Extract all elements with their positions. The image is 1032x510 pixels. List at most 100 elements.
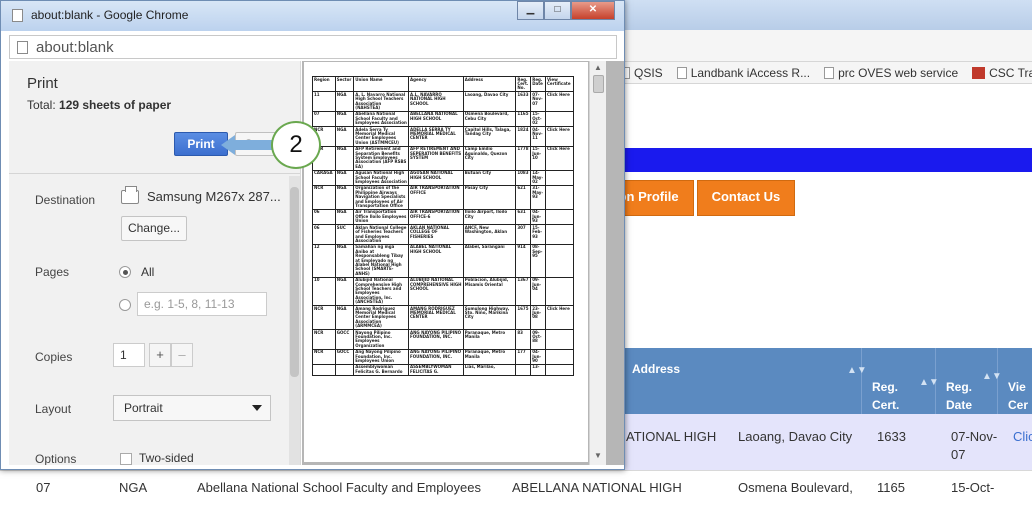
preview-cell: Click Here: [544, 145, 575, 171]
layout-label: Layout: [35, 402, 72, 416]
window-titlebar[interactable]: about:blank - Google Chrome ▁ □ ✕: [1, 1, 624, 31]
preview-cell: CARAGA: [312, 169, 336, 186]
settings-scrollbar-thumb[interactable]: [290, 187, 299, 377]
preview-cell: 13-: [530, 363, 546, 376]
scroll-down-icon[interactable]: ▼: [594, 451, 602, 460]
preview-cell: AKLAN NATIONAL COLLEGE OF FISHERIES: [407, 224, 464, 245]
page-icon: [824, 66, 835, 79]
address-bar[interactable]: about:blank: [9, 35, 617, 59]
preview-cell: AFP Retirement and Separation Benefits S…: [353, 145, 409, 171]
copies-label: Copies: [35, 350, 73, 364]
preview-cell: 12: [312, 243, 336, 278]
preview-table-header: Region Sector Union Name Agency Address Reg. …: [312, 75, 575, 93]
layout-select[interactable]: Portrait: [113, 395, 271, 421]
header-view-cert[interactable]: Vie Cer: [998, 348, 1032, 414]
preview-table-row: NCR GOCC Ang Nayong Pilipino Foundation, I…: [312, 348, 575, 365]
preview-cell: 07: [312, 110, 336, 128]
preview-cell: Abellana National School Faculty and Emp…: [353, 110, 409, 128]
preview-cell: GOCC: [334, 348, 355, 365]
preview-cell: Sumulong Highway, Sto. Niño, Marikina Ci…: [462, 305, 517, 331]
preview-cell: 14-May-02: [530, 169, 546, 186]
preview-table-row: 06 NGA Air Transportation Office Iloilo Em…: [312, 208, 575, 226]
header-address[interactable]: Address ▲▼: [622, 348, 867, 414]
preview-cell: 11: [312, 91, 336, 112]
preview-cell: Pasay City: [462, 184, 517, 210]
preview-cell: NGA: [334, 276, 355, 307]
chevron-down-icon: [252, 405, 262, 411]
minimize-button[interactable]: ▁: [517, 1, 544, 20]
preview-scrollbar[interactable]: ▲ ▼: [589, 61, 606, 465]
preview-cell: NGA: [334, 169, 355, 186]
preview-header-cell: View Certificate: [544, 75, 575, 93]
print-settings-panel: Print Total: 129 sheets of paper Print C…: [9, 61, 301, 465]
maximize-button[interactable]: □: [544, 1, 571, 20]
click-here-link[interactable]: Clic: [1013, 428, 1032, 446]
bookmark-csc[interactable]: CSC Transpare: [972, 66, 1032, 80]
preview-table-row: CARAGA NGA Agusan National High School Fac…: [312, 169, 575, 186]
preview-cell: ADELLA SERRA TY MEMORIAL MEDICAL CENTER: [407, 126, 464, 147]
bookmark-landbank[interactable]: Landbank iAccess R...: [676, 66, 810, 80]
bookmark-prc-oves[interactable]: prc OVES web service: [824, 66, 958, 80]
preview-table-row: Assemblywoman Felicitas G. Bernardo ASSEM…: [312, 363, 575, 376]
preview-table-row: 12 NGA Samahan ng mga Anibo at Responsable…: [312, 243, 575, 278]
print-button[interactable]: Print: [174, 132, 228, 156]
preview-cell: 15-Oct-02: [530, 110, 546, 128]
print-heading: Print: [27, 75, 58, 92]
preview-cell: [544, 243, 575, 278]
page-icon: [12, 9, 23, 22]
pages-all-radio[interactable]: [119, 266, 131, 278]
preview-header-cell: Region: [312, 75, 336, 93]
header-reg-cert[interactable]: Reg. Cert. No. ▲▼: [862, 348, 939, 430]
preview-table-row: 07 NGA Abellana National School Faculty an…: [312, 110, 575, 128]
preview-cell: [544, 329, 575, 350]
two-sided-checkbox[interactable]: [120, 453, 132, 465]
preview-cell: 31-May-93: [530, 184, 546, 210]
preview-cell: Organization of the Philippine Airways N…: [353, 184, 409, 210]
copies-increment-button[interactable]: +: [149, 343, 171, 367]
divider: [9, 173, 300, 174]
preview-table-body: 11 NGA A. L. Navarro National High School …: [312, 91, 575, 376]
change-destination-button[interactable]: Change...: [121, 216, 187, 241]
preview-cell: 06: [312, 224, 336, 245]
close-button[interactable]: ✕: [571, 1, 615, 20]
preview-cell: NGA: [334, 208, 355, 226]
preview-cell: Laoang, Davao City: [462, 91, 517, 112]
destination-printer: Samsung M267x 287...: [121, 185, 281, 204]
pages-label: Pages: [35, 265, 70, 279]
options-label: Options: [35, 452, 77, 465]
preview-table-row: NCR NGA Organization of the Philippine Air…: [312, 184, 575, 210]
callout-arrow-icon: [221, 135, 235, 155]
pages-range-input[interactable]: e.g. 1-5, 8, 11-13: [137, 292, 267, 316]
copies-input[interactable]: 1: [113, 343, 145, 367]
preview-cell: NCR: [312, 329, 336, 350]
preview-cell: [544, 208, 575, 226]
preview-cell: Butuan City: [462, 169, 517, 186]
preview-cell: NCR: [312, 305, 336, 331]
preview-cell: [544, 363, 575, 376]
preview-cell: Osmena Boulevard, Cebu City: [462, 110, 517, 128]
preview-table-row: 06 SUC Aklan National College of Fisheries…: [312, 224, 575, 245]
preview-cell: 1675: [515, 305, 532, 331]
pages-all-label: All: [141, 265, 155, 279]
print-preview-area: Region Sector Union Name Agency Address Reg. …: [302, 61, 624, 465]
header-reg-date[interactable]: Reg. Date ▲▼: [936, 348, 1002, 414]
preview-cell: Click Here: [544, 126, 575, 147]
preview-cell: AFP RETIREMENT AND SEPERATION BENEFITS S…: [407, 145, 464, 171]
preview-cell: 04-Jun-93: [530, 208, 546, 226]
preview-cell: Air Transportation Office Iloilo Employe…: [353, 208, 409, 226]
preview-cell: 09-Jun-04: [530, 276, 546, 307]
preview-cell: 10: [312, 276, 336, 307]
step-callout: 2: [271, 121, 321, 169]
destination-label: Destination: [35, 193, 96, 207]
preview-cell: NCR: [312, 184, 336, 210]
scroll-up-icon[interactable]: ▲: [594, 63, 602, 72]
total-sheets: Total: 129 sheets of paper: [27, 98, 172, 112]
copies-decrement-button[interactable]: –: [171, 343, 193, 367]
bookmark-qsis[interactable]: QSIS: [620, 66, 663, 80]
preview-cell: ALABEL NATIONAL HIGH SCHOOL: [407, 243, 464, 278]
nav-tab-contact[interactable]: Contact Us: [696, 180, 796, 216]
preview-cell: NCR: [312, 348, 336, 365]
preview-scrollbar-thumb[interactable]: [593, 75, 604, 93]
preview-cell: 15-Jun-10: [530, 145, 546, 171]
pages-range-radio[interactable]: [119, 299, 131, 311]
